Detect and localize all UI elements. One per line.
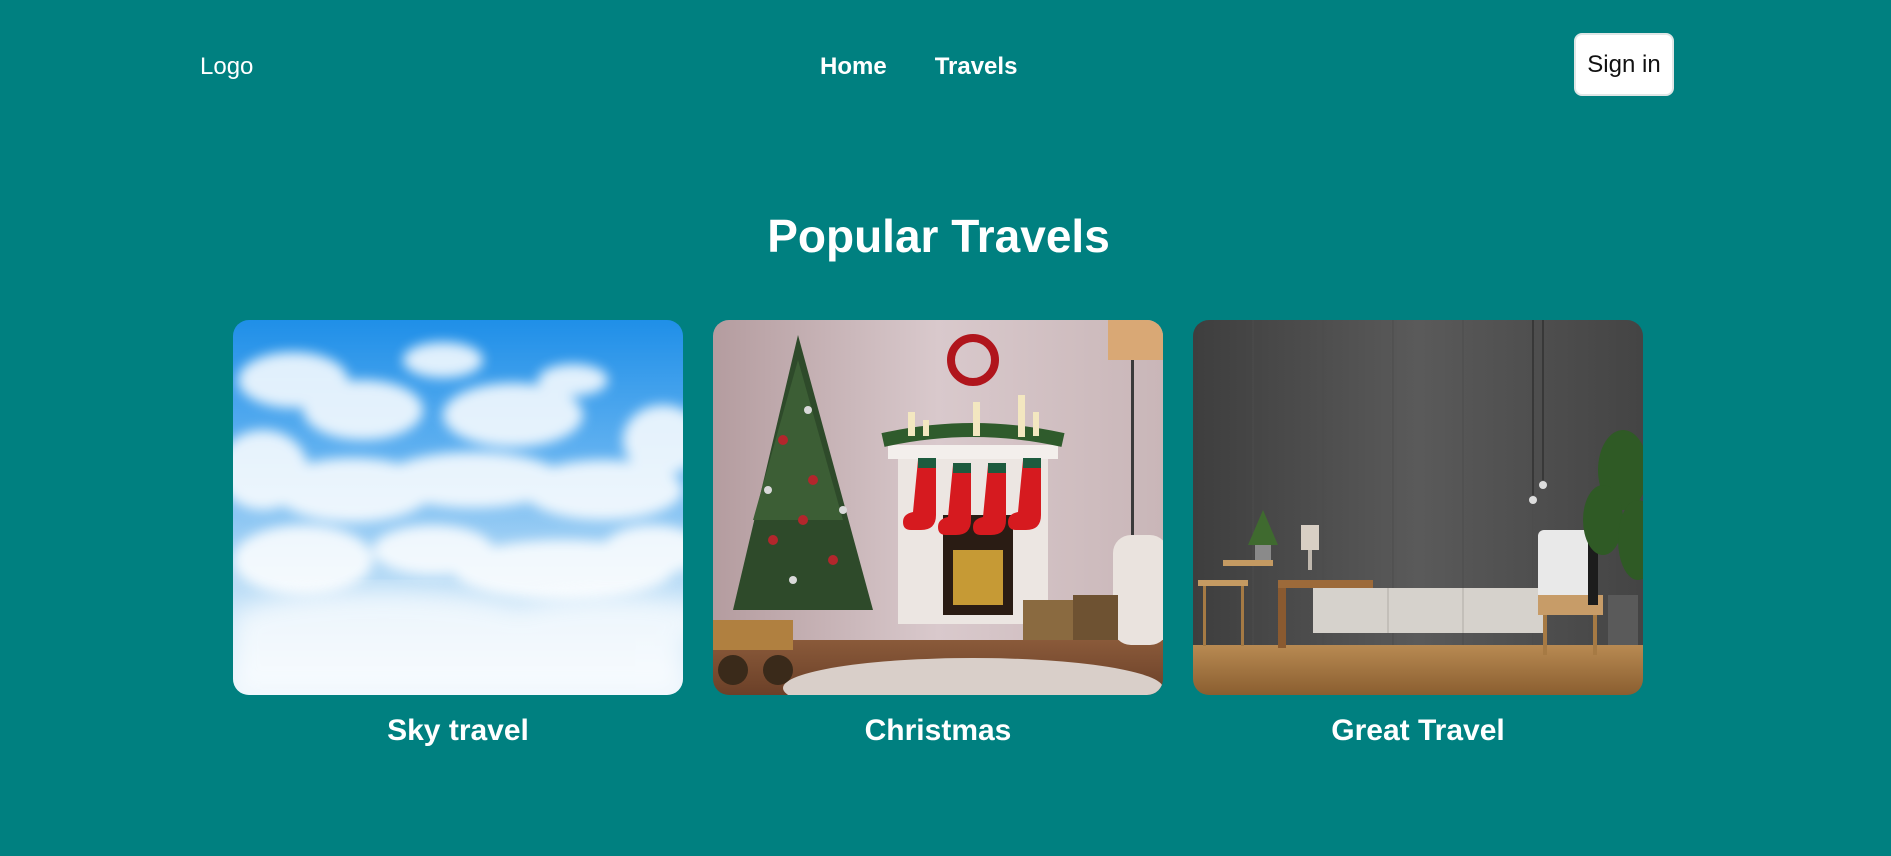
travel-card-sky[interactable]: Sky travel — [233, 320, 683, 749]
nav-link-travels[interactable]: Travels — [935, 52, 1018, 82]
main-nav: Home Travels — [820, 52, 1017, 82]
christmas-image[interactable] — [713, 320, 1163, 695]
travel-card-great-travel[interactable]: Great Travel — [1193, 320, 1643, 749]
card-title-great-travel[interactable]: Great Travel — [1193, 713, 1643, 749]
nav-link-home[interactable]: Home — [820, 52, 887, 82]
interior-image[interactable] — [1193, 320, 1643, 695]
site-header: Logo Home Travels Sign in — [0, 0, 1891, 135]
card-title-sky-travel[interactable]: Sky travel — [233, 713, 683, 749]
logo[interactable]: Logo — [200, 53, 253, 81]
sign-in-button[interactable]: Sign in — [1574, 33, 1674, 96]
card-title-christmas[interactable]: Christmas — [713, 713, 1163, 749]
page-title: Popular Travels — [767, 210, 1110, 262]
travel-card-list: Sky travel Christmas Great Travel — [233, 320, 1643, 749]
sky-image[interactable] — [233, 320, 683, 695]
travel-card-christmas[interactable]: Christmas — [713, 320, 1163, 749]
